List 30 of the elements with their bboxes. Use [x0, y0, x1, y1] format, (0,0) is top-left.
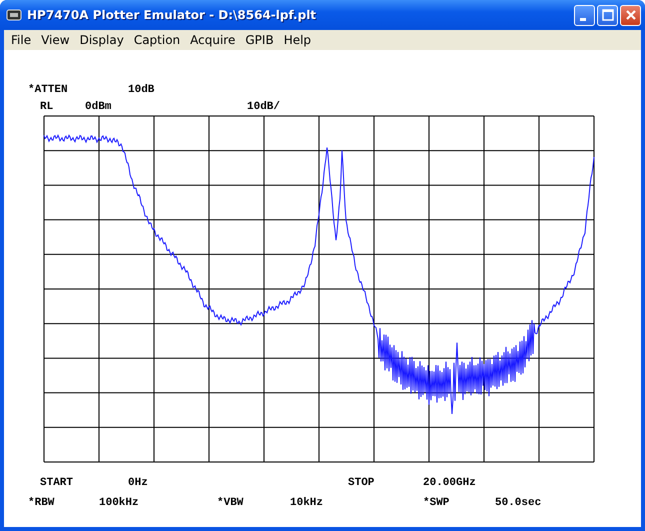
plot-annotation: *VBW — [217, 497, 244, 509]
menu-item[interactable]: Display — [74, 33, 129, 47]
menu-item[interactable]: Acquire — [185, 33, 240, 47]
plot-annotation: 0Hz — [128, 477, 148, 489]
plot-annotation: 0dBm — [85, 101, 112, 113]
minimize-button[interactable] — [574, 4, 595, 26]
plot-annotation: STOP — [348, 477, 374, 489]
window-title: HP7470A Plotter Emulator - D:\8564-lpf.plt — [27, 8, 318, 22]
plot-annotation: *ATTEN — [28, 84, 68, 96]
maximize-button[interactable] — [597, 4, 618, 26]
close-icon — [624, 9, 636, 21]
plot-annotation: 10dB/ — [247, 101, 280, 113]
maximize-icon — [602, 9, 614, 21]
menu-item[interactable]: GPIB — [240, 33, 279, 47]
plot-annotation: RL — [40, 101, 54, 113]
plot-annotation: 50.0sec — [495, 497, 542, 509]
app-icon — [6, 8, 22, 22]
plot-annotation: 20.00GHz — [423, 477, 476, 489]
menu-item[interactable]: Caption — [128, 33, 186, 47]
close-button[interactable] — [620, 4, 641, 26]
plot-annotation: 100kHz — [99, 497, 139, 509]
plot-annotation: 10dB — [128, 84, 154, 96]
plot-annotation: *SWP — [423, 497, 450, 509]
menu-item[interactable]: File — [6, 33, 36, 47]
plot-annotation: 10kHz — [290, 497, 324, 509]
minimize-icon — [580, 18, 586, 20]
plot-annotation: START — [40, 477, 74, 489]
menu-item[interactable]: Help — [278, 33, 316, 47]
plot-annotation: *RBW — [28, 497, 54, 509]
menu-item[interactable]: View — [36, 33, 75, 47]
